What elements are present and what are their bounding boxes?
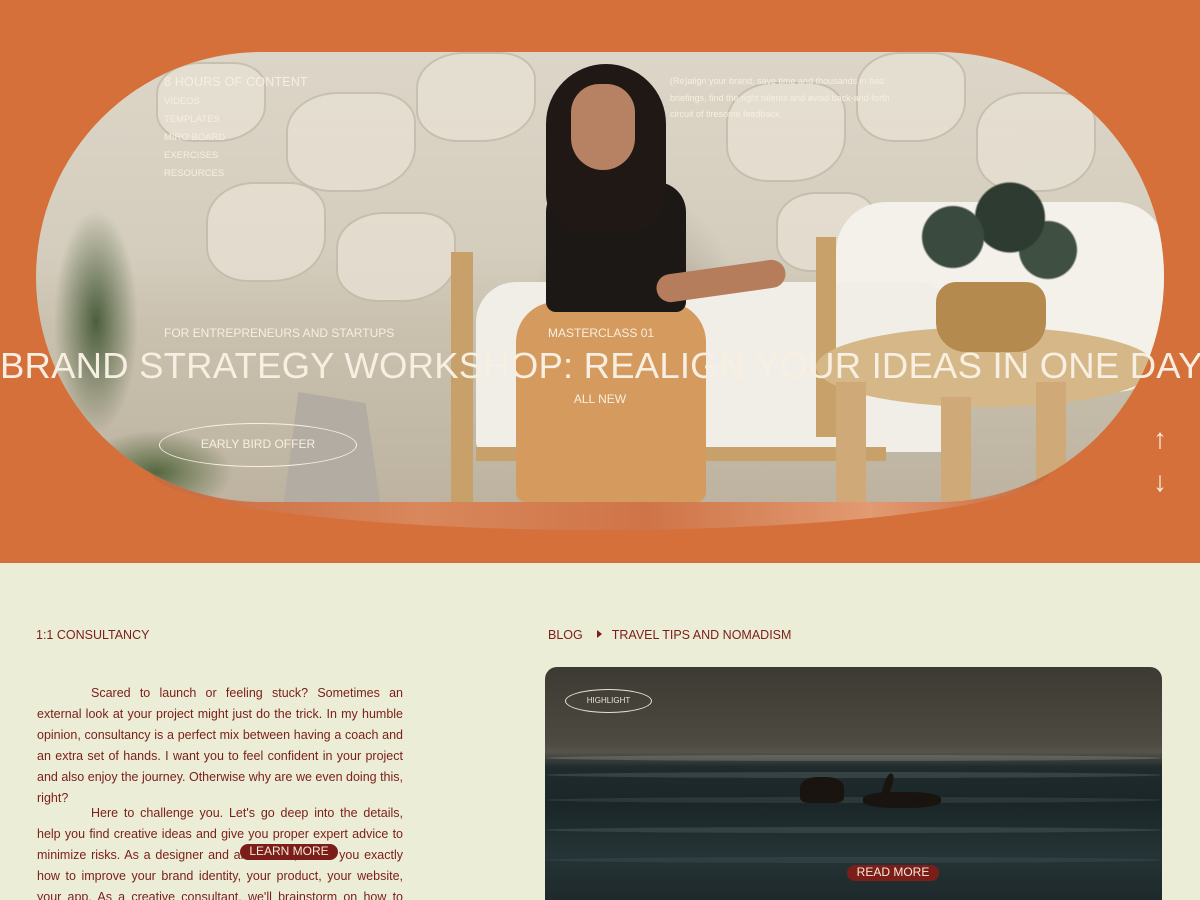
- consultancy-paragraph-1: Scared to launch or feeling stuck? Somet…: [37, 686, 403, 805]
- hero-section: 8 HOURS OF CONTENT VIDEOS TEMPLATES MIRO…: [0, 0, 1200, 563]
- masterclass-number: MASTERCLASS 01: [548, 326, 655, 340]
- hero-description: (Re)align your brand, save time and thou…: [670, 76, 890, 119]
- read-more-button[interactable]: READ MORE: [847, 865, 939, 881]
- early-bird-offer-button[interactable]: EARLY BIRD OFFER: [159, 423, 357, 467]
- menu-item-resources[interactable]: RESOURCES: [164, 168, 224, 179]
- audience-tag: FOR ENTREPRENEURS AND STARTUPS: [164, 326, 395, 340]
- content-menu-title: 8 HOURS OF CONTENT: [164, 75, 308, 89]
- menu-item-exercises[interactable]: EXERCISES: [164, 150, 218, 161]
- hero-subtitle: ALL NEW: [573, 392, 627, 406]
- menu-item-videos[interactable]: VIDEOS: [164, 96, 200, 107]
- highlight-badge: HIGHLIGHT: [565, 689, 652, 713]
- hero-title: BRAND STRATEGY WORKSHOP: REALIGN YOUR ID…: [0, 345, 1200, 386]
- menu-item-templates[interactable]: TEMPLATES: [164, 114, 220, 125]
- blog-breadcrumb: BLOG TRAVEL TIPS AND NOMADISM: [548, 628, 791, 642]
- breadcrumb-blog-link[interactable]: BLOG: [548, 628, 583, 642]
- arrow-up-icon[interactable]: ↑: [1150, 425, 1170, 453]
- menu-item-miro-board[interactable]: MIRO BOARD: [164, 132, 225, 143]
- consultancy-label: 1:1 CONSULTANCY: [36, 628, 150, 642]
- consultancy-paragraph-2: Here to challenge you. Let's go deep int…: [37, 806, 403, 900]
- learn-more-button[interactable]: LEARN MORE: [240, 844, 338, 860]
- breadcrumb-current[interactable]: TRAVEL TIPS AND NOMADISM: [612, 628, 792, 642]
- arrow-down-icon[interactable]: ↓: [1150, 468, 1170, 496]
- chevron-right-icon: [596, 630, 602, 638]
